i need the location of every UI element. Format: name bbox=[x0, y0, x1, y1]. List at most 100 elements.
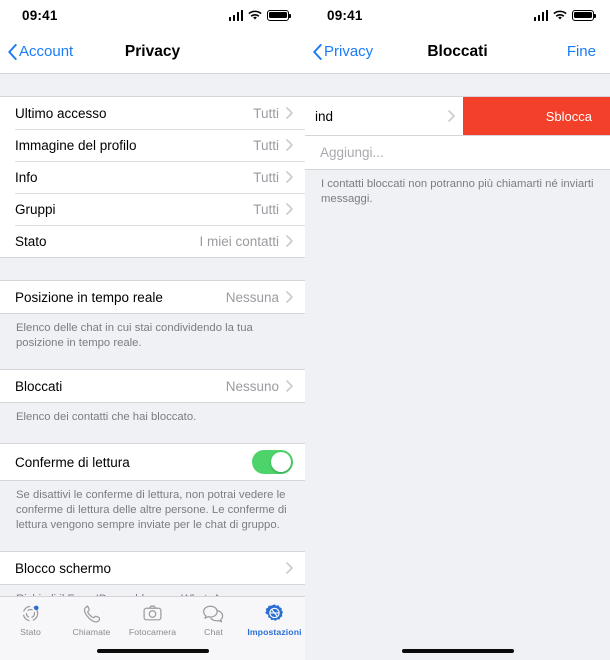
blocked-group: Bloccati Nessuno bbox=[0, 369, 305, 404]
nav-bar-right: Privacy Bloccati Fine bbox=[305, 30, 610, 74]
home-indicator-right bbox=[401, 649, 514, 653]
contact-name: ind bbox=[315, 108, 334, 124]
row-label: Info bbox=[15, 169, 38, 185]
footnote-blocked: Elenco dei contatti che hai bloccato. bbox=[16, 411, 197, 424]
row-bloccati[interactable]: Bloccati Nessuno bbox=[0, 370, 305, 402]
chevron-right-icon bbox=[286, 139, 293, 151]
row-label: Conferme di lettura bbox=[15, 454, 130, 470]
privacy-screen: 09:41 Account Privacy Ultimo accesso Tut… bbox=[0, 0, 305, 660]
row-value: Tutti bbox=[253, 105, 279, 121]
chevron-right-icon bbox=[286, 380, 293, 392]
wifi-icon bbox=[248, 10, 262, 21]
status-bar-left: 09:41 bbox=[0, 0, 305, 30]
chevron-left-icon bbox=[8, 43, 17, 60]
chevron-right-icon bbox=[286, 291, 293, 303]
row-gruppi[interactable]: Gruppi Tutti bbox=[0, 193, 305, 225]
blocked-contacts-screen: 09:41 Privacy Bloccati Fine ind Sblocca … bbox=[305, 0, 610, 660]
unblock-button[interactable]: Sblocca bbox=[463, 97, 610, 135]
done-button[interactable]: Fine bbox=[567, 43, 610, 60]
tab-stato[interactable]: Stato bbox=[0, 602, 61, 637]
tab-chat[interactable]: Chat bbox=[183, 602, 244, 637]
row-value: Tutti bbox=[253, 169, 279, 185]
chat-bubbles-icon bbox=[202, 602, 225, 625]
tab-chiamate[interactable]: Chiamate bbox=[61, 602, 122, 637]
gear-icon bbox=[264, 602, 285, 625]
back-to-account-button[interactable]: Account bbox=[0, 43, 73, 60]
row-stato[interactable]: Stato I miei contatti bbox=[0, 225, 305, 257]
screen-lock-group: Blocco schermo bbox=[0, 551, 305, 586]
chevron-right-icon bbox=[448, 110, 455, 122]
back-label-right: Privacy bbox=[324, 43, 374, 60]
row-immagine-del-profilo[interactable]: Immagine del profilo Tutti bbox=[0, 129, 305, 161]
tab-label: Impostazioni bbox=[247, 627, 302, 637]
row-posizione-in-tempo-reale[interactable]: Posizione in tempo reale Nessuna bbox=[0, 281, 305, 313]
status-rings-icon bbox=[20, 602, 41, 625]
chevron-left-icon bbox=[313, 43, 322, 60]
nav-bar-left: Account Privacy bbox=[0, 30, 305, 74]
back-to-privacy-button[interactable]: Privacy bbox=[305, 43, 373, 60]
read-receipts-group: Conferme di lettura bbox=[0, 443, 305, 482]
privacy-options-group: Ultimo accesso Tutti Immagine del profil… bbox=[0, 96, 305, 258]
chevron-right-icon bbox=[286, 235, 293, 247]
signal-bars-icon bbox=[533, 9, 548, 21]
row-label: Immagine del profilo bbox=[15, 137, 137, 153]
row-blocco-schermo[interactable]: Blocco schermo bbox=[0, 552, 305, 584]
row-label: Bloccati bbox=[15, 378, 63, 394]
status-bar-time: 09:41 bbox=[22, 7, 58, 23]
status-bar-right: 09:41 bbox=[305, 0, 610, 30]
tab-label: Chat bbox=[204, 627, 223, 637]
add-blocked-contact-row[interactable]: Aggiungi... bbox=[305, 136, 610, 170]
signal-bars-icon bbox=[228, 9, 243, 21]
unblock-label: Sblocca bbox=[545, 108, 592, 124]
footnote-blocked-contacts: I contatti bloccati non potranno più chi… bbox=[321, 178, 594, 206]
row-value: Tutti bbox=[253, 137, 279, 153]
row-label: Ultimo accesso bbox=[15, 105, 107, 121]
row-conferme-di-lettura[interactable]: Conferme di lettura bbox=[0, 444, 305, 480]
status-bar-icons bbox=[228, 9, 292, 21]
row-label: Blocco schermo bbox=[15, 560, 112, 576]
blocked-contact-front[interactable]: ind bbox=[305, 97, 463, 135]
camera-icon bbox=[142, 602, 163, 625]
row-label: Posizione in tempo reale bbox=[15, 289, 163, 305]
row-value: Tutti bbox=[253, 201, 279, 217]
tab-impostazioni[interactable]: Impostazioni bbox=[244, 602, 305, 637]
row-ultimo-accesso[interactable]: Ultimo accesso Tutti bbox=[0, 97, 305, 129]
toggle-knob bbox=[270, 451, 292, 473]
row-value: Nessuno bbox=[225, 378, 279, 394]
tab-label: Fotocamera bbox=[128, 627, 177, 637]
tab-label: Stato bbox=[20, 627, 41, 637]
row-label: Stato bbox=[15, 233, 47, 249]
read-receipts-toggle[interactable] bbox=[252, 450, 293, 475]
row-label: Gruppi bbox=[15, 201, 56, 217]
tab-label: Chiamate bbox=[72, 627, 111, 637]
row-info[interactable]: Info Tutti bbox=[0, 161, 305, 193]
row-value: Nessuna bbox=[225, 289, 279, 305]
footnote-live-location: Elenco delle chat in cui stai condividen… bbox=[16, 322, 253, 350]
status-bar-icons bbox=[533, 9, 597, 21]
back-label-left: Account bbox=[19, 43, 74, 60]
battery-full-icon bbox=[267, 9, 292, 21]
chevron-right-icon bbox=[286, 203, 293, 215]
add-placeholder: Aggiungi... bbox=[320, 145, 384, 160]
footnote-read-receipts: Se disattivi le conferme di lettura, non… bbox=[16, 489, 287, 532]
live-location-group: Posizione in tempo reale Nessuna bbox=[0, 280, 305, 314]
tab-fotocamera[interactable]: Fotocamera bbox=[122, 602, 183, 637]
wifi-icon bbox=[553, 10, 567, 21]
row-value: I miei contatti bbox=[199, 233, 279, 249]
phone-icon bbox=[81, 602, 102, 625]
battery-full-icon bbox=[572, 9, 597, 21]
chevron-right-icon bbox=[286, 107, 293, 119]
chevron-right-icon bbox=[286, 171, 293, 183]
tab-bar: Stato Chiamate Fotocamera Chat Impostazi… bbox=[0, 596, 305, 660]
home-indicator-left bbox=[96, 649, 209, 653]
status-bar-time: 09:41 bbox=[327, 7, 363, 23]
blocked-contact-row-swiped: ind Sblocca bbox=[305, 96, 610, 136]
chevron-right-icon bbox=[286, 562, 293, 574]
dual-screenshot-container: 09:41 Account Privacy Ultimo accesso Tut… bbox=[0, 0, 610, 660]
